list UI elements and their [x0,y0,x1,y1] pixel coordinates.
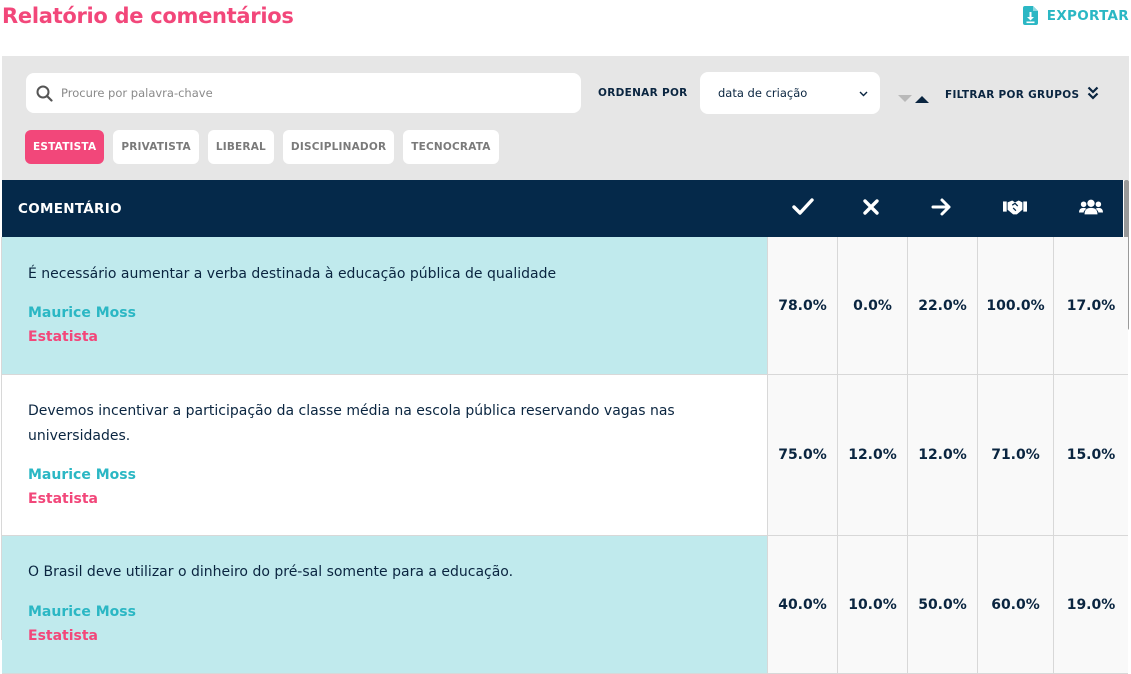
order-by-value: data de criação [718,86,808,100]
page-header: Relatório de comentários EXPORTAR [0,0,1131,56]
comment-author[interactable]: Maurice Moss [28,604,136,620]
pass-percentage: 50.0% [907,536,977,673]
comment-group: Estatista [28,628,98,644]
disagree-percentage: 12.0% [837,375,907,535]
handshake-icon[interactable] [1003,197,1027,221]
chip-tecnocrata[interactable]: TECNOCRATA [403,130,499,164]
consensus-percentage: 71.0% [977,375,1053,535]
export-label: EXPORTAR [1046,7,1129,24]
order-by-select[interactable]: data de criação [700,72,880,114]
comment-author[interactable]: Maurice Moss [28,305,136,321]
agree-percentage: 40.0% [767,536,837,673]
pass-percentage: 12.0% [907,375,977,535]
sort-ascending-icon[interactable] [915,88,929,107]
chip-privatista[interactable]: PRIVATISTA [113,130,199,164]
close-icon[interactable] [859,197,883,221]
chevron-down-icon [859,86,868,100]
participation-percentage: 15.0% [1053,375,1128,535]
sort-direction-toggle[interactable] [898,88,929,107]
filter-by-groups-toggle[interactable]: FILTRAR POR GRUPOS [945,86,1099,103]
agree-percentage: 78.0% [767,237,837,374]
participation-percentage: 17.0% [1053,237,1128,374]
search-icon [36,85,53,102]
search-input[interactable] [61,86,541,100]
comment-column-header: COMENTÁRIO [18,201,122,217]
download-file-icon [1022,6,1038,25]
agree-percentage: 75.0% [767,375,837,535]
users-icon[interactable] [1079,197,1103,221]
comment-cell: É necessário aumentar a verba destinada … [2,237,767,374]
participation-percentage: 19.0% [1053,536,1128,673]
table-row[interactable]: É necessário aumentar a verba destinada … [2,237,1128,375]
page-title: Relatório de comentários [2,4,294,28]
filter-bar: ORDENAR POR data de criação FILTRAR POR … [2,56,1129,180]
comment-cell: Devemos incentivar a participação da cla… [2,375,767,535]
consensus-percentage: 100.0% [977,237,1053,374]
disagree-percentage: 0.0% [837,237,907,374]
comment-group: Estatista [28,491,98,507]
chip-estatista[interactable]: ESTATISTA [25,130,105,164]
comment-group: Estatista [28,329,98,345]
table-header: COMENTÁRIO [2,180,1123,237]
comment-text: Devemos incentivar a participação da cla… [28,403,675,444]
sort-descending-icon[interactable] [898,88,912,107]
order-by-label: ORDENAR POR [598,87,688,99]
double-chevron-down-icon [1087,86,1099,103]
search-box [26,73,581,113]
comment-author[interactable]: Maurice Moss [28,467,136,483]
comment-text: O Brasil deve utilizar o dinheiro do pré… [28,564,514,580]
table-row[interactable]: O Brasil deve utilizar o dinheiro do pré… [2,536,1128,674]
filter-by-groups-label: FILTRAR POR GRUPOS [945,88,1080,101]
check-icon[interactable] [791,197,815,221]
chip-disciplinador[interactable]: DISCIPLINADOR [282,130,395,164]
group-chips: ESTATISTA PRIVATISTA LIBERAL DISCIPLINAD… [25,130,499,164]
chip-liberal[interactable]: LIBERAL [207,130,274,164]
consensus-percentage: 60.0% [977,536,1053,673]
arrow-right-icon[interactable] [930,197,954,221]
comment-cell: O Brasil deve utilizar o dinheiro do pré… [2,536,767,673]
export-button[interactable]: EXPORTAR [1022,6,1129,25]
table-row[interactable]: Devemos incentivar a participação da cla… [2,375,1128,536]
comment-text: É necessário aumentar a verba destinada … [28,266,557,282]
disagree-percentage: 10.0% [837,536,907,673]
pass-percentage: 22.0% [907,237,977,374]
